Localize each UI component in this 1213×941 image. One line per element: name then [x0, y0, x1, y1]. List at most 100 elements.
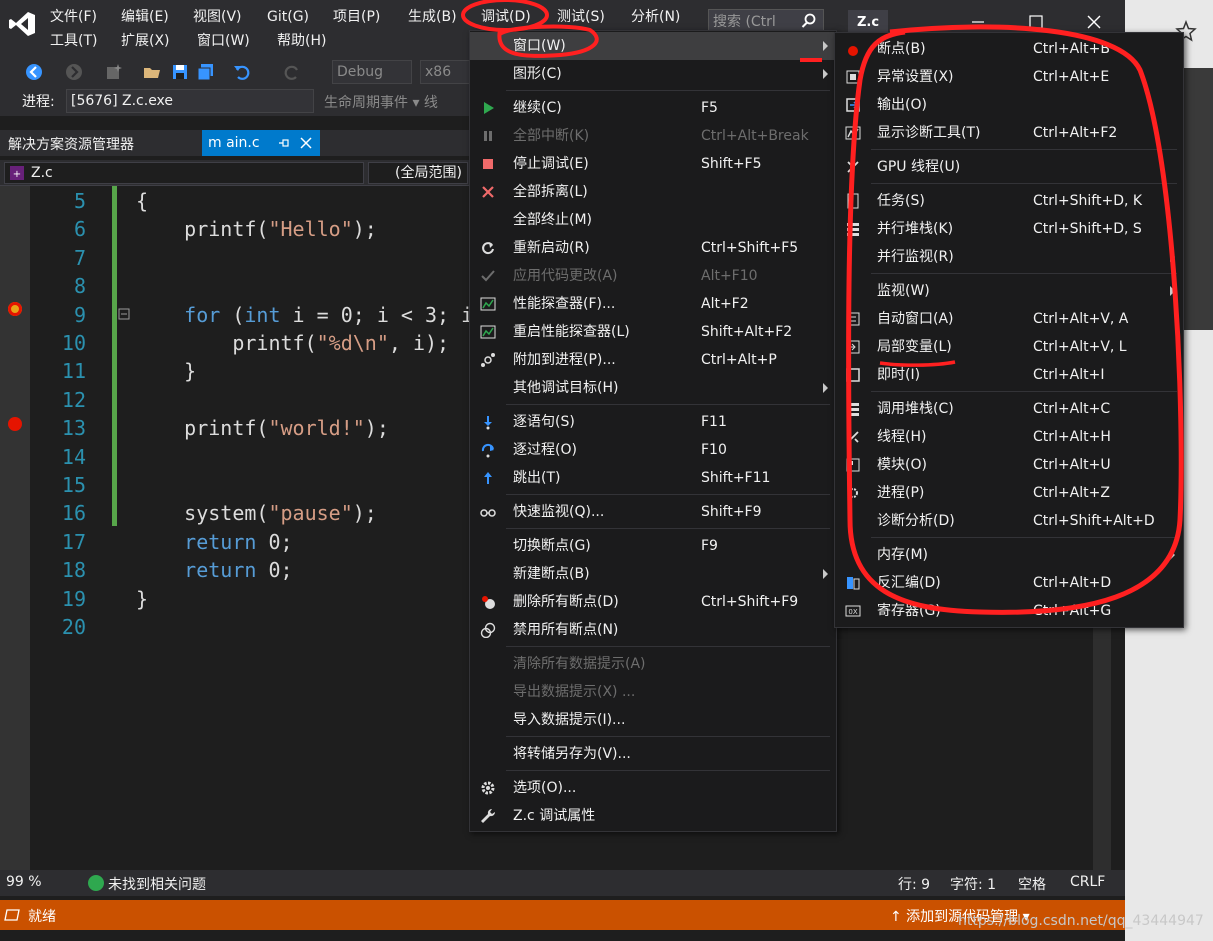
debug-menu-item-21[interactable]: 清除所有数据提示(A): [470, 650, 836, 678]
menu-1[interactable]: 编辑(E): [121, 6, 169, 28]
debug-menu-item-5[interactable]: 全部拆离(L): [470, 178, 836, 206]
code-line[interactable]: }: [136, 357, 196, 385]
menu-row2-1[interactable]: 扩展(X): [121, 30, 170, 52]
debug-menu-item-13[interactable]: 逐语句(S) F11: [470, 408, 836, 436]
process-select[interactable]: [5676] Z.c.exe: [66, 89, 314, 113]
debug-menu-item-17[interactable]: 切换断点(G) F9: [470, 532, 836, 560]
undo-icon[interactable]: [232, 62, 252, 82]
code-line[interactable]: {: [136, 187, 148, 215]
window-submenu-item-11[interactable]: 即时(I) Ctrl+Alt+I: [835, 361, 1183, 389]
menu-7[interactable]: 测试(S): [557, 6, 605, 28]
menu-8[interactable]: 分析(N): [631, 6, 680, 28]
debug-menu-item-1[interactable]: 图形(C): [470, 60, 836, 88]
open-folder-icon[interactable]: [142, 62, 162, 82]
debug-menu-item-18[interactable]: 新建断点(B): [470, 560, 836, 588]
debug-menu-item-14[interactable]: 逐过程(O) F10: [470, 436, 836, 464]
maximize-icon[interactable]: [1026, 12, 1046, 32]
solution-platform-select[interactable]: x86: [420, 60, 470, 84]
window-submenu-item-19[interactable]: 0X 寄存器(G) Ctrl+Alt+G: [835, 597, 1183, 625]
debug-menu-item-7[interactable]: 重新启动(R) Ctrl+Shift+F5: [470, 234, 836, 262]
visual-studio-logo-icon[interactable]: [8, 10, 36, 38]
code-line[interactable]: printf("world!");: [136, 414, 389, 442]
line-indicator[interactable]: 行: 9: [898, 874, 930, 894]
debug-menu-item-11[interactable]: 附加到进程(P)... Ctrl+Alt+P: [470, 346, 836, 374]
window-submenu-item-14[interactable]: 模块(O) Ctrl+Alt+U: [835, 451, 1183, 479]
solution-configuration-select[interactable]: Debug: [332, 60, 412, 84]
menu-6[interactable]: 调试(D): [481, 6, 531, 28]
issues-indicator[interactable]: 未找到相关问题: [88, 874, 206, 894]
menu-2[interactable]: 视图(V): [193, 6, 242, 28]
window-submenu-item-2[interactable]: 输出(O): [835, 91, 1183, 119]
breakpoint-gutter[interactable]: [0, 186, 30, 870]
debug-menu-item-22[interactable]: 导出数据提示(X) ...: [470, 678, 836, 706]
window-submenu-item-15[interactable]: 进程(P) Ctrl+Alt+Z: [835, 479, 1183, 507]
whitespace-indicator[interactable]: 空格: [1018, 874, 1046, 894]
window-submenu-item-12[interactable]: 调用堆栈(C) Ctrl+Alt+C: [835, 395, 1183, 423]
collapse-icon[interactable]: [118, 308, 130, 320]
zoom-level-select[interactable]: 99 %: [6, 874, 42, 890]
debug-menu-item-10[interactable]: 重启性能探查器(L) Shift+Alt+F2: [470, 318, 836, 346]
close-tab-icon[interactable]: [300, 137, 312, 149]
window-submenu-item-17[interactable]: 内存(M): [835, 541, 1183, 569]
debug-menu-item-2[interactable]: 继续(C) F5: [470, 94, 836, 122]
debug-menu-item-0[interactable]: 窗口(W): [470, 32, 836, 60]
window-submenu-item-5[interactable]: 任务(S) Ctrl+Shift+D, K: [835, 187, 1183, 215]
close-window-icon[interactable]: [1084, 12, 1104, 32]
window-submenu-item-16[interactable]: 诊断分析(D) Ctrl+Shift+Alt+D: [835, 507, 1183, 535]
menu-3[interactable]: Git(G): [267, 6, 309, 28]
debug-menu-item-19[interactable]: 删除所有断点(D) Ctrl+Shift+F9: [470, 588, 836, 616]
tab-main-c[interactable]: m ain.c: [202, 130, 320, 156]
window-submenu-item-9[interactable]: 自动窗口(A) Ctrl+Alt+V, A: [835, 305, 1183, 333]
code-line[interactable]: printf("%d\n", i);: [136, 329, 449, 357]
debug-menu-item-15[interactable]: 跳出(T) Shift+F11: [470, 464, 836, 492]
debug-menu-item-20[interactable]: 禁用所有断点(N): [470, 616, 836, 644]
lifecycle-events-select[interactable]: 生命周期事件 ▾ 线: [324, 92, 438, 112]
back-icon[interactable]: [24, 62, 44, 82]
debug-menu-item-25[interactable]: 选项(O)...: [470, 774, 836, 802]
save-all-icon[interactable]: [196, 62, 216, 82]
pin-icon[interactable]: [278, 137, 290, 149]
code-line[interactable]: for (int i = 0; i < 3; i++: [136, 301, 497, 329]
window-submenu-item-1[interactable]: 异常设置(X) Ctrl+Alt+E: [835, 63, 1183, 91]
debug-menu-item-24[interactable]: 将转储另存为(V)...: [470, 740, 836, 768]
menu-row2-0[interactable]: 工具(T): [50, 30, 97, 52]
forward-icon[interactable]: [64, 62, 84, 82]
debug-menu-item-9[interactable]: 性能探查器(F)... Alt+F2: [470, 290, 836, 318]
redo-icon[interactable]: [282, 62, 302, 82]
window-submenu-item-0[interactable]: 断点(B) Ctrl+Alt+B: [835, 35, 1183, 63]
file-scope-select[interactable]: + Z.c: [4, 162, 364, 184]
window-submenu-item-10[interactable]: 局部变量(L) Ctrl+Alt+V, L: [835, 333, 1183, 361]
menu-5[interactable]: 生成(B): [408, 6, 457, 28]
debug-menu-item-8[interactable]: 应用代码更改(A) Alt+F10: [470, 262, 836, 290]
debug-menu-item-4[interactable]: 停止调试(E) Shift+F5: [470, 150, 836, 178]
menu-0[interactable]: 文件(F): [50, 6, 97, 28]
new-project-icon[interactable]: [104, 62, 124, 82]
search-icon[interactable]: [801, 13, 817, 29]
debug-menu-item-26[interactable]: Z.c 调试属性: [470, 802, 836, 830]
code-line[interactable]: return 0;: [136, 556, 292, 584]
current-breakpoint-icon[interactable]: [8, 302, 22, 316]
debug-menu-item-16[interactable]: 快速监视(Q)... Shift+F9: [470, 498, 836, 526]
code-line[interactable]: }: [136, 585, 148, 613]
code-line[interactable]: system("pause");: [136, 499, 377, 527]
tab-solution-explorer[interactable]: 解决方案资源管理器: [8, 134, 134, 154]
menu-row2-3[interactable]: 帮助(H): [277, 30, 326, 52]
breakpoint-icon[interactable]: [8, 417, 22, 431]
window-submenu-item-8[interactable]: 监视(W): [835, 277, 1183, 305]
minimize-icon[interactable]: [968, 12, 988, 32]
window-submenu-item-13[interactable]: 线程(H) Ctrl+Alt+H: [835, 423, 1183, 451]
window-submenu-item-3[interactable]: 显示诊断工具(T) Ctrl+Alt+F2: [835, 119, 1183, 147]
debug-menu-item-3[interactable]: 全部中断(K) Ctrl+Alt+Break: [470, 122, 836, 150]
global-scope-select[interactable]: (全局范围): [368, 162, 468, 184]
window-submenu-item-7[interactable]: 并行监视(R): [835, 243, 1183, 271]
window-submenu-item-18[interactable]: 反汇编(D) Ctrl+Alt+D: [835, 569, 1183, 597]
menu-row2-2[interactable]: 窗口(W): [197, 30, 250, 52]
debug-menu-item-23[interactable]: 导入数据提示(I)...: [470, 706, 836, 734]
window-submenu-item-6[interactable]: 并行堆栈(K) Ctrl+Shift+D, S: [835, 215, 1183, 243]
code-line[interactable]: return 0;: [136, 528, 292, 556]
code-line[interactable]: printf("Hello");: [136, 215, 377, 243]
window-submenu-item-4[interactable]: GPU 线程(U): [835, 153, 1183, 181]
save-icon[interactable]: [170, 62, 190, 82]
debug-menu-item-12[interactable]: 其他调试目标(H): [470, 374, 836, 402]
menu-4[interactable]: 项目(P): [333, 6, 380, 28]
